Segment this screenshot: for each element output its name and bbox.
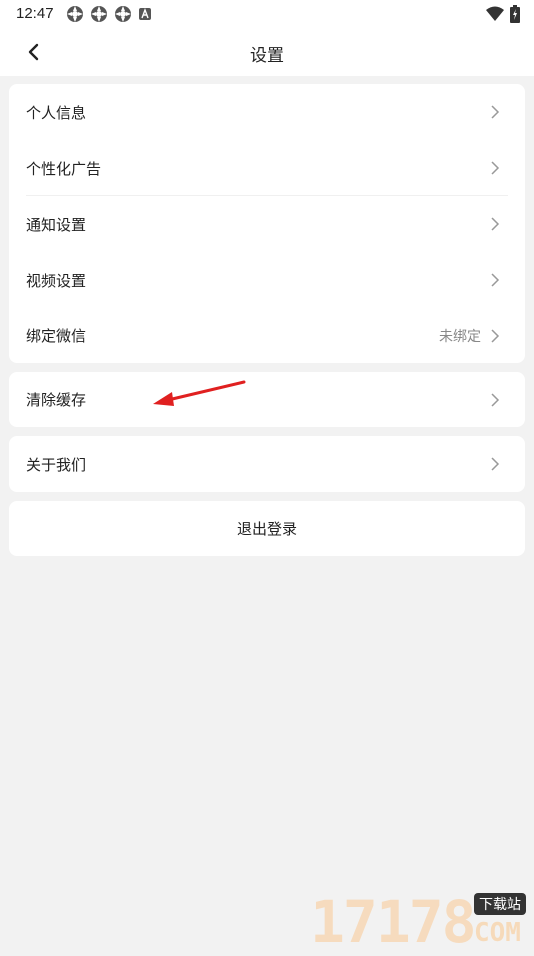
chevron-right-icon [491, 329, 500, 343]
settings-item-label: 清除缓存 [26, 391, 87, 409]
chevron-right-icon [491, 273, 500, 287]
navigation-bar: 设置 [0, 28, 534, 76]
wifi-icon [486, 6, 504, 21]
chevron-right-icon [491, 217, 500, 231]
settings-item-personal-info[interactable]: 个人信息 [9, 84, 525, 140]
settings-item-video[interactable]: 视频设置 [9, 252, 525, 308]
settings-item-clear-cache[interactable]: 清除缓存 [9, 372, 525, 427]
watermark-number: 17178 [310, 888, 477, 956]
page-title: 设置 [250, 46, 284, 66]
battery-charging-icon [510, 5, 520, 23]
app-icon [67, 6, 83, 22]
app-icon [115, 6, 131, 22]
red-arrow-annotation [153, 380, 246, 406]
settings-item-personalized-ads[interactable]: 个性化广告 [9, 140, 525, 196]
chevron-right-icon [491, 393, 500, 407]
wechat-bind-status: 未绑定 [439, 328, 481, 345]
notification-icons [66, 5, 152, 23]
settings-item-label: 个人信息 [26, 103, 87, 122]
app-icon [91, 6, 107, 22]
chevron-right-icon [491, 105, 500, 119]
a-box-icon [139, 8, 151, 20]
settings-item-about-us[interactable]: 关于我们 [9, 436, 525, 492]
status-time: 12:47 [16, 5, 54, 22]
chevron-right-icon [491, 161, 500, 175]
logout-button[interactable]: 退出登录 [9, 501, 525, 556]
settings-item-label: 视频设置 [26, 271, 87, 290]
settings-item-notifications[interactable]: 通知设置 [9, 196, 525, 252]
settings-item-label: 通知设置 [26, 215, 87, 234]
status-right-icons [486, 5, 520, 23]
settings-item-label: 绑定微信 [26, 327, 87, 345]
chevron-right-icon [491, 457, 500, 471]
watermark-domain: COM [474, 918, 521, 948]
watermark-tag: 下载站 [474, 893, 526, 915]
settings-item-label: 关于我们 [26, 455, 87, 474]
settings-item-bind-wechat[interactable]: 绑定微信 未绑定 [9, 308, 525, 363]
settings-group-cache: 清除缓存 [9, 372, 525, 427]
settings-group-account: 个人信息 个性化广告 通知设置 视频设置 绑定微信 未绑定 [9, 84, 525, 363]
status-bar: 12:47 [0, 0, 534, 28]
settings-item-label: 个性化广告 [26, 159, 102, 178]
settings-group-about: 关于我们 [9, 436, 525, 492]
